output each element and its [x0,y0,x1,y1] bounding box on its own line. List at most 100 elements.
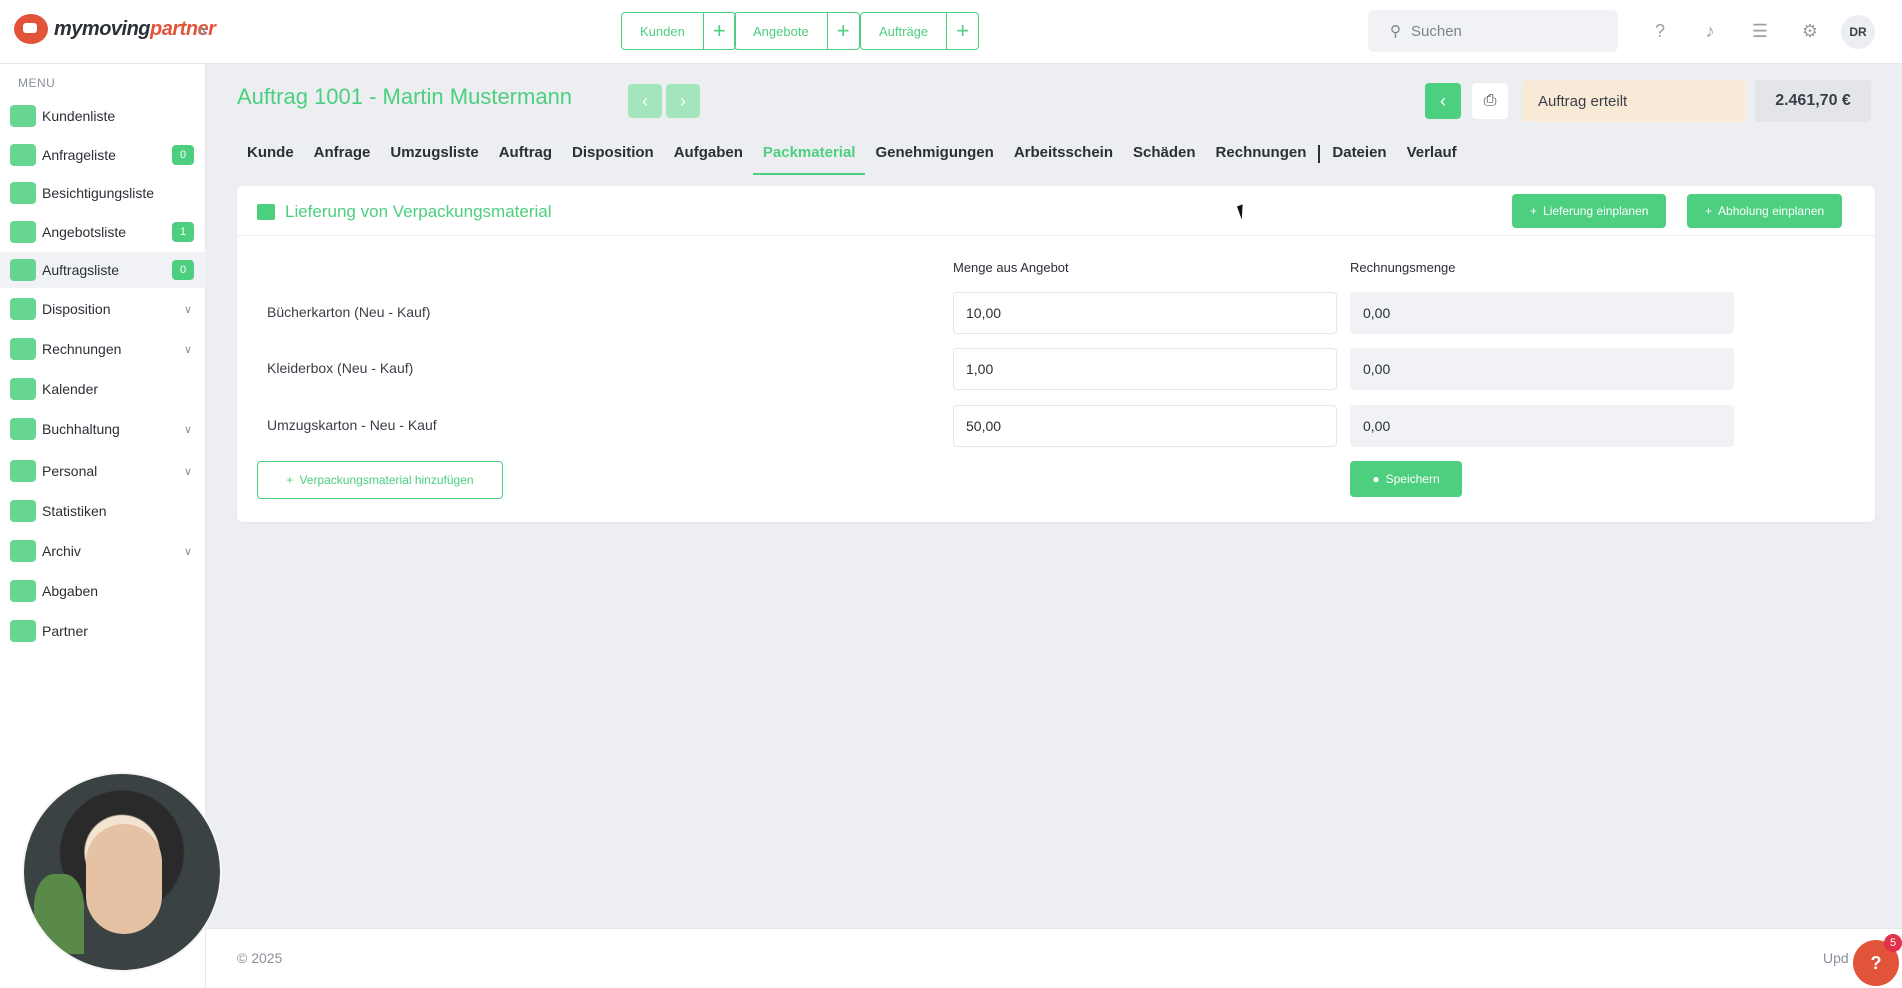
item-label: Umzugskarton - Neu - Kauf [267,417,437,433]
chevron-down-icon: ∨ [183,303,192,316]
quick-offers-button[interactable]: Angebote [735,13,827,49]
chevron-down-icon: ∨ [183,423,192,436]
sidebar-item-archiv[interactable]: Archiv ∨ [0,533,206,569]
footer: © 2025 Upd [206,928,1902,988]
invoice-qty-field[interactable]: 0,00 [1350,292,1734,334]
add-offer-icon[interactable]: + [826,13,859,49]
add-customer-icon[interactable]: + [702,13,735,49]
sidebar-item-label: Rechnungen [42,341,122,357]
sidebar-item-statistiken[interactable]: Statistiken [0,493,206,529]
sidebar-item-label: Archiv [42,543,81,559]
quick-offers: Angebote + [734,12,860,50]
quick-customers-button[interactable]: Kunden [622,13,703,49]
tab-schaeden[interactable]: Schäden [1123,140,1206,175]
add-packing-material-button[interactable]: + Verpackungsmaterial hinzufügen [257,461,503,499]
save-icon: ● [1372,472,1380,486]
sidebar-item-angebotsliste[interactable]: Angebotsliste 1 [0,214,206,250]
tab-anfrage[interactable]: Anfrage [304,140,381,175]
print-icon[interactable]: ⎙ [1472,83,1508,119]
sidebar-item-label: Partner [42,623,88,639]
sidebar-item-label: Buchhaltung [42,421,120,437]
tab-divider [1318,145,1321,163]
sidebar-item-label: Personal [42,463,98,479]
sidebar-item-besichtigungsliste[interactable]: Besichtigungsliste [0,175,206,211]
tab-bar: Kunde Anfrage Umzugsliste Auftrag Dispos… [237,140,1467,175]
status-badge[interactable]: Auftrag erteilt [1522,80,1746,122]
next-order-button[interactable]: › [666,84,700,118]
save-button[interactable]: ● Speichern [1350,461,1462,497]
schedule-delivery-label: Lieferung einplanen [1543,204,1649,218]
save-label: Speichern [1385,472,1440,486]
update-text: Upd [1823,950,1849,966]
offer-qty-input[interactable]: 1,00 [953,348,1337,390]
sidebar-item-abgaben[interactable]: Abgaben [0,573,206,609]
task-list-icon[interactable]: ☰ [1749,20,1771,42]
column-header-offer-qty: Menge aus Angebot [953,260,1069,275]
calendar-icon [10,378,36,400]
search-input[interactable]: ⚲ Suchen [1368,10,1618,52]
quick-customers: Kunden + [621,12,736,50]
tab-packmaterial[interactable]: Packmaterial [752,140,866,175]
sidebar-item-label: Abgaben [42,583,99,599]
sidebar-item-kundenliste[interactable]: Kundenliste [0,98,206,134]
logo-icon [14,14,48,44]
sidebar-item-label: Kalender [42,381,99,397]
tab-arbeitsschein[interactable]: Arbeitsschein [1004,140,1123,175]
users-icon [10,105,36,127]
top-bar: mymovingpartner « Kunden + Angebote + Au… [0,0,1902,64]
sidebar-item-rechnungen[interactable]: Rechnungen ∨ [0,331,206,367]
tab-aufgaben[interactable]: Aufgaben [664,140,753,175]
invoice-qty-field[interactable]: 0,00 [1350,348,1734,390]
gear-icon[interactable]: ⚙ [1799,20,1821,42]
schedule-pickup-button[interactable]: + Abholung einplanen [1687,194,1843,228]
count-badge: 0 [172,145,194,165]
tab-kunde[interactable]: Kunde [237,140,304,175]
schedule-delivery-button[interactable]: + Lieferung einplanen [1512,194,1667,228]
packing-material-card: Lieferung von Verpackungsmaterial + Liefe… [237,186,1875,522]
sidebar-item-anfrageliste[interactable]: Anfrageliste 0 [0,137,206,173]
quick-orders: Aufträge + [860,12,980,50]
sidebar-item-partner[interactable]: Partner [0,613,206,649]
sidebar-item-personal[interactable]: Personal ∨ [0,453,206,489]
invoice-icon [10,338,36,360]
quick-orders-button[interactable]: Aufträge [861,13,946,49]
schedule-pickup-label: Abholung einplanen [1718,204,1825,218]
logo-text-main: mymoving [54,17,151,40]
tab-auftrag[interactable]: Auftrag [489,140,562,175]
avatar[interactable]: DR [1841,15,1875,49]
logo[interactable]: mymovingpartner [14,14,216,44]
card-title: Lieferung von Verpackungsmaterial [285,202,552,221]
tab-verlauf[interactable]: Verlauf [1397,140,1467,175]
tab-umzugsliste[interactable]: Umzugsliste [380,140,488,175]
tab-rechnungen[interactable]: Rechnungen [1206,140,1317,175]
sidebar-item-disposition[interactable]: Disposition ∨ [0,291,206,327]
plus-icon: + [1530,204,1538,218]
sidebar-item-label: Angebotsliste [42,224,127,240]
document-icon [10,221,36,243]
item-label: Kleiderbox (Neu - Kauf) [267,360,414,376]
sidebar-item-buchhaltung[interactable]: Buchhaltung ∨ [0,411,206,447]
sidebar-item-label: Anfrageliste [42,147,116,163]
offer-qty-input[interactable]: 10,00 [953,292,1337,334]
bell-icon[interactable]: ♪ [1699,20,1721,42]
boxes-icon [257,204,275,220]
statistics-icon [10,500,36,522]
chevron-down-icon: ∨ [183,545,192,558]
sidebar-item-kalender[interactable]: Kalender [0,371,206,407]
count-badge: 1 [172,222,194,242]
tab-disposition[interactable]: Disposition [562,140,664,175]
sidebar-item-auftragsliste[interactable]: Auftragsliste 0 [0,252,206,288]
order-document-icon [10,259,36,281]
back-button[interactable]: ‹ [1425,83,1461,119]
help-circle-icon[interactable]: ? [1649,20,1671,42]
collapse-sidebar-icon[interactable]: « [198,20,208,41]
tab-dateien[interactable]: Dateien [1322,140,1396,175]
dispatch-icon [10,298,36,320]
offer-qty-input[interactable]: 50,00 [953,405,1337,447]
invoice-qty-field[interactable]: 0,00 [1350,405,1734,447]
network-icon [10,580,36,602]
previous-order-button[interactable]: ‹ [628,84,662,118]
tab-genehmigungen[interactable]: Genehmigungen [865,140,1003,175]
count-badge: 0 [172,260,194,280]
add-order-icon[interactable]: + [946,13,978,49]
